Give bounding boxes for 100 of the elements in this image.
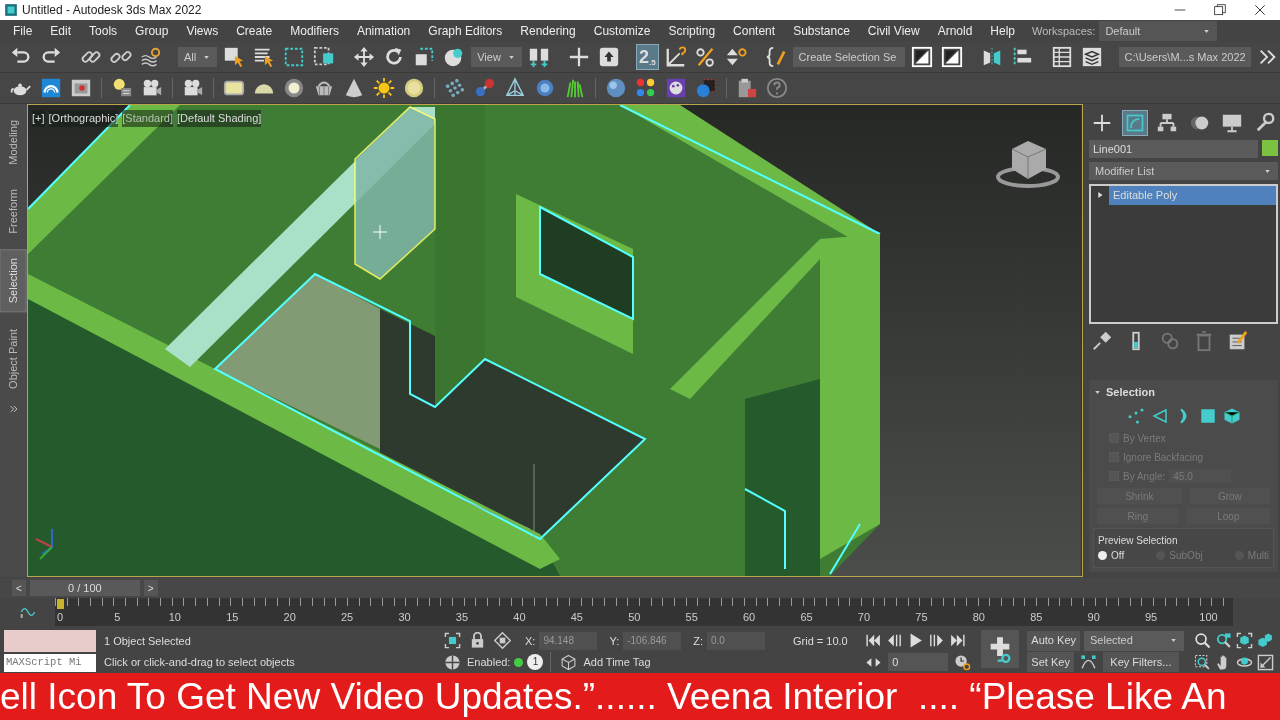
frame-tick-label: 0 — [56, 610, 64, 624]
viewport-label[interactable]: [Default Shading] — [177, 110, 262, 127]
frame-tick-label: 60 — [743, 610, 756, 624]
time-slider-thumb[interactable] — [57, 599, 64, 609]
curve-square-icon[interactable] — [1121, 110, 1148, 136]
frame-tick-label: 85 — [1030, 610, 1043, 624]
frame-tick-label: 45 — [570, 610, 583, 624]
menu-item[interactable]: Rendering — [511, 22, 585, 40]
menu-item[interactable]: Graph Editors — [419, 22, 512, 40]
restore-icon[interactable] — [1212, 2, 1228, 18]
maxscript-listener-field[interactable]: MAXScript Mi — [4, 654, 96, 672]
frame-tick-label: 90 — [1087, 610, 1100, 624]
workspaces-dropdown[interactable]: Default — [1099, 21, 1218, 41]
set-key-button[interactable] — [981, 630, 1020, 668]
menu-item[interactable]: Customize — [584, 22, 660, 40]
menu-item[interactable]: Edit — [41, 22, 81, 40]
coordinate-field[interactable]: 0.0 — [707, 631, 765, 650]
frame-tick-label: 35 — [455, 610, 469, 624]
frame-tick-label: 100 — [1199, 610, 1218, 624]
enabled-label: Enabled: — [467, 655, 511, 670]
prompt-text: Click or click-and-drag to select objects — [104, 655, 296, 670]
frame-tick-label: 25 — [341, 610, 354, 624]
grid-size-text: Grid = 10.0 — [793, 633, 848, 649]
object-color-swatch[interactable] — [1262, 140, 1278, 156]
radio-button[interactable] — [1098, 550, 1107, 560]
caret-icon[interactable] — [1169, 636, 1178, 645]
menu-item[interactable]: Group — [126, 22, 178, 40]
ribbon-tab[interactable]: Freeform — [1, 180, 26, 242]
help-icon[interactable] — [764, 75, 790, 101]
ribbon-tab[interactable]: Modeling — [1, 112, 26, 173]
frame-tick-label: 55 — [685, 610, 698, 624]
collapse-icon[interactable] — [8, 404, 19, 415]
radio-label: Off — [1111, 548, 1125, 563]
menu-item[interactable]: Views — [177, 22, 228, 40]
menu-item[interactable]: Modifiers — [281, 22, 348, 40]
frame-tick-label: 80 — [972, 610, 985, 624]
selection-filter-dropdown[interactable]: All — [178, 47, 218, 67]
viewcube-icon[interactable] — [996, 141, 1060, 188]
frame-tick-label: 5 — [114, 610, 121, 624]
coordinate-field[interactable]: -106.846 — [623, 631, 682, 650]
isolate-count[interactable]: 1 — [527, 654, 544, 671]
menu-item[interactable]: Tools — [80, 22, 127, 40]
group-title: Preview Selection — [1098, 533, 1179, 548]
coordinate-label: Z: — [693, 633, 703, 649]
viewport-label[interactable]: [Orthographic] — [48, 110, 119, 127]
add-time-tag-link[interactable]: Add Time Tag — [583, 654, 651, 671]
viewport-label[interactable]: [+] — [32, 110, 45, 127]
status-light[interactable] — [514, 657, 524, 667]
close-icon[interactable] — [1252, 2, 1268, 18]
ribbon-tab[interactable]: Object Paint — [1, 320, 26, 397]
frame-tick-label: 50 — [628, 610, 641, 624]
viewport[interactable]: [+] [Orthographic] [Standard] [Default Shading] — [27, 104, 1083, 577]
frame-tick-label: 15 — [226, 610, 239, 624]
ticker-text: ell Icon To Get New Video Updates.”...... Veena Interior .... “Please Like An — [0, 676, 1227, 717]
ribbon-tab[interactable]: Selection — [0, 249, 27, 313]
cursor-icon — [372, 224, 388, 240]
menu-item[interactable]: Help — [981, 22, 1024, 40]
menu-item[interactable]: Create — [227, 22, 282, 40]
modifier-stack-item[interactable]: Editable Poly — [1109, 186, 1276, 205]
viewport-label[interactable]: [Standard] — [122, 110, 173, 127]
frame-tick-label: 30 — [398, 610, 411, 624]
frame-tick-label: 95 — [1145, 610, 1158, 624]
frame-tick-label: 20 — [283, 610, 296, 624]
auto-key-button[interactable]: Auto Key — [1027, 630, 1080, 651]
coordinate-label: X: — [525, 633, 536, 649]
rollout-title: Selection — [1106, 385, 1155, 400]
project-folder-dropdown[interactable]: C:\Users\M...s Max 2022 — [1118, 47, 1251, 67]
frame-field[interactable]: 0 — [888, 653, 949, 672]
window-title: Untitled - Autodesk 3ds Max 2022 — [22, 2, 202, 19]
time-slider[interactable]: 0 / 100 — [29, 580, 140, 596]
frame-tick-label: 40 — [513, 610, 526, 624]
menu-item[interactable]: Content — [724, 22, 785, 40]
workspaces-label: Workspaces: — [1032, 23, 1096, 39]
coordinate-label: Y: — [609, 633, 620, 649]
axis-tripod-icon — [35, 528, 53, 560]
object-name-field[interactable]: Line001 — [1089, 140, 1258, 158]
key-mode-dropdown[interactable]: Selected — [1084, 630, 1184, 651]
menu-item[interactable]: Civil View — [858, 22, 929, 40]
frame-tick-label: 65 — [800, 610, 813, 624]
previous-frame-button[interactable]: < — [12, 580, 26, 596]
selection-status: 1 Object Selected — [104, 633, 192, 649]
frame-tick-label: 70 — [857, 610, 871, 624]
reference-coordinate-dropdown[interactable]: View — [471, 47, 522, 67]
frame-tick-label: 75 — [915, 610, 928, 624]
modifier-list-dropdown[interactable]: Modifier List — [1089, 162, 1278, 180]
script-output-field[interactable] — [4, 630, 96, 652]
sun-icon[interactable] — [371, 75, 397, 101]
diamond-icon[interactable] — [492, 630, 513, 652]
expand-icon[interactable] — [1095, 190, 1105, 201]
menu-item[interactable]: Animation — [347, 22, 420, 40]
key-filters-button[interactable]: Key Filters... — [1102, 652, 1179, 672]
named-selection-dropdown[interactable]: Create Selection Se — [792, 47, 905, 67]
menu-item[interactable]: Scripting — [659, 22, 725, 40]
menu-item[interactable]: Arnold — [928, 22, 982, 40]
next-frame-button[interactable]: > — [143, 580, 158, 596]
set-key-mode-button[interactable]: Set Key — [1027, 652, 1074, 672]
menu-item[interactable]: File — [4, 22, 42, 40]
menu-item[interactable]: Substance — [784, 22, 859, 40]
app-logo-icon — [4, 3, 18, 17]
frame-tick-label: 10 — [168, 610, 181, 624]
